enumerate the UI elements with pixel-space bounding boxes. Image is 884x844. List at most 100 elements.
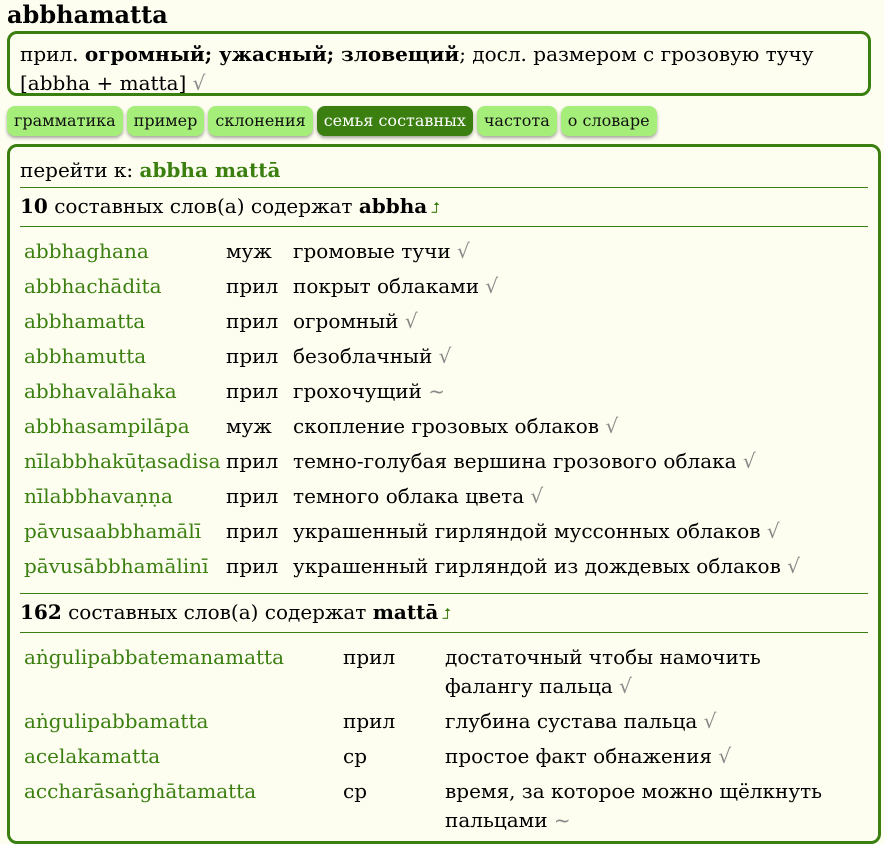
compound-word-link[interactable]: aṅgulipabbatemanamatta — [24, 645, 284, 669]
table-row: abbhavalāhaka прил грохочущий ~ — [24, 377, 800, 412]
meaning: темно-голубая вершина грозового облака — [293, 449, 737, 473]
part-of-speech: прил — [343, 709, 396, 733]
part-of-speech: прил — [226, 309, 279, 333]
table-row: acelakamatta ср простое факт обнажения √ — [24, 742, 845, 777]
table-row: abbhaghana муж громовые тучи √ — [24, 237, 800, 272]
status-mark-icon: √ — [485, 274, 499, 298]
status-mark-icon: √ — [742, 449, 756, 473]
meaning: время, за которое можно щёлкнуть пальцам… — [445, 779, 823, 832]
compound-word-link[interactable]: abbhasampilāpa — [24, 414, 190, 438]
compound-family-panel: перейти к: abbha mattā 10 составных слов… — [7, 144, 881, 844]
part-of-speech: ср — [343, 744, 368, 768]
status-mark-icon: √ — [530, 484, 544, 508]
section-header: 10 составных слов(а) содержат abbha ⮥ — [20, 188, 868, 227]
summary-meaning: огромный; ужасный; зловещий — [84, 42, 460, 66]
status-mark-icon: ~ — [428, 379, 446, 403]
part-of-speech: прил — [226, 274, 279, 298]
part-of-speech: муж — [226, 239, 272, 263]
part-of-speech: прил — [226, 554, 279, 578]
tab-2[interactable]: склонения — [208, 106, 313, 136]
part-of-speech: прил — [226, 519, 279, 543]
table-row: nīlabbhakūṭasadisa прил темно-голубая верш… — [24, 447, 800, 482]
meaning: скопление грозовых облаков — [293, 414, 600, 438]
table-row: accharāsaṅghātamatta ср время, за которое … — [24, 777, 845, 841]
compound-word-link[interactable]: acelakamatta — [24, 744, 160, 768]
part-of-speech: муж — [226, 414, 272, 438]
headword: abbhamatta — [7, 0, 168, 29]
status-mark-icon: √ — [703, 709, 717, 733]
table-row: abbhasampilāpa муж скопление грозовых обла… — [24, 412, 800, 447]
status-mark-icon: √ — [766, 519, 780, 543]
tab-1[interactable]: пример — [126, 106, 205, 136]
meaning: грохочущий — [293, 379, 422, 403]
section-text: составных слов(а) содержат — [54, 194, 353, 218]
jump-to-row: перейти к: abbha mattā — [20, 147, 868, 188]
table-row: abbhamutta прил безоблачный √ — [24, 342, 800, 377]
tab-0[interactable]: грамматика — [7, 106, 123, 136]
table-row: pāvusaabbhamālī прил украшенный гирляндой … — [24, 517, 800, 552]
meaning: украшенный гирляндой из дождевых облаков — [293, 554, 781, 578]
table-row: abbhamatta прил огромный √ — [24, 307, 800, 342]
compound-word-link[interactable]: abbhachādita — [24, 274, 162, 298]
table-row: aṅgulipabbamatta прил глубина сустава паль… — [24, 707, 845, 742]
meaning: покрыт облаками — [293, 274, 480, 298]
status-mark-icon: √ — [718, 744, 732, 768]
compound-table: aṅgulipabbatemanamatta прил достаточный чт… — [24, 643, 845, 841]
compound-word-link[interactable]: pāvusābbhamālinī — [24, 554, 208, 578]
compound-word-link[interactable]: abbhamatta — [24, 309, 145, 333]
meaning: простое факт обнажения — [445, 744, 713, 768]
compound-word-link[interactable]: nīlabbhavaṇṇa — [24, 484, 173, 508]
compound-word-link[interactable]: abbhaghana — [24, 239, 149, 263]
part-of-speech: прил — [226, 484, 279, 508]
status-mark-icon: √ — [605, 414, 619, 438]
compound-table: abbhaghana муж громовые тучи √ abbhachādita… — [24, 237, 800, 587]
summary-pos: прил. — [20, 42, 79, 66]
meaning: безоблачный — [293, 344, 433, 368]
part-of-speech: ср — [343, 779, 368, 803]
jump-link[interactable]: abbha mattā — [139, 158, 280, 182]
part-of-speech: прил — [226, 344, 279, 368]
section-word: abbha — [358, 194, 428, 218]
compound-word-link[interactable]: nīlabbhakūṭasadisa — [24, 449, 221, 473]
scroll-up-icon[interactable]: ⮥ — [442, 605, 451, 623]
section-text: составных слов(а) содержат — [68, 600, 367, 624]
table-row: abbhachādita прил покрыт облаками √ — [24, 272, 800, 307]
meaning: украшенный гирляндой муссонных облаков — [293, 519, 761, 543]
tab-3[interactable]: семья составных — [316, 106, 473, 136]
compound-word-link[interactable]: abbhavalāhaka — [24, 379, 177, 403]
status-mark-icon: √ — [438, 344, 452, 368]
meaning: глубина сустава пальца — [445, 709, 698, 733]
part-of-speech: прил — [226, 379, 279, 403]
compound-word-link[interactable]: abbhamutta — [24, 344, 146, 368]
meaning: достаточный чтобы намочить фалангу пальц… — [445, 645, 761, 698]
part-of-speech: прил — [226, 449, 279, 473]
section-header: 162 составных слов(а) содержат mattā ⮥ — [20, 593, 868, 633]
jump-label: перейти к: — [20, 158, 134, 182]
compound-count: 162 — [20, 600, 62, 624]
summary-literal: ; досл. размером с грозовую тучу — [459, 42, 814, 66]
status-mark-icon: √ — [619, 674, 632, 698]
check-mark-icon: √ — [192, 71, 206, 95]
part-of-speech: прил — [343, 645, 396, 669]
scroll-up-icon[interactable]: ⮥ — [431, 199, 440, 217]
status-mark-icon: √ — [787, 554, 800, 578]
compound-word-link[interactable]: accharāsaṅghātamatta — [24, 779, 256, 803]
table-row: aṅgulipabbatemanamatta прил достаточный чт… — [24, 643, 845, 707]
status-mark-icon: √ — [404, 309, 418, 333]
compound-count: 10 — [20, 194, 48, 218]
meaning: темного облака цвета — [293, 484, 525, 508]
meaning: громовые тучи — [293, 239, 451, 263]
section-word: mattā — [372, 600, 439, 624]
meaning: огромный — [293, 309, 399, 333]
table-row: nīlabbhavaṇṇa прил темного облака цвета √ — [24, 482, 800, 517]
status-mark-icon: ~ — [553, 808, 571, 832]
tab-bar: грамматика пример склонения семья составных… — [7, 106, 657, 138]
summary-box: прил. огромный; ужасный; зловещий; досл.… — [7, 31, 871, 96]
table-row: pāvusābbhamālinī прил украшенный гирляндой… — [24, 552, 800, 587]
compound-word-link[interactable]: aṅgulipabbamatta — [24, 709, 208, 733]
status-mark-icon: √ — [457, 239, 470, 263]
tab-4[interactable]: частота — [476, 106, 557, 136]
tab-5[interactable]: о словаре — [560, 106, 657, 136]
compound-word-link[interactable]: pāvusaabbhamālī — [24, 519, 201, 543]
summary-construction: [abbha + matta] — [20, 71, 187, 95]
